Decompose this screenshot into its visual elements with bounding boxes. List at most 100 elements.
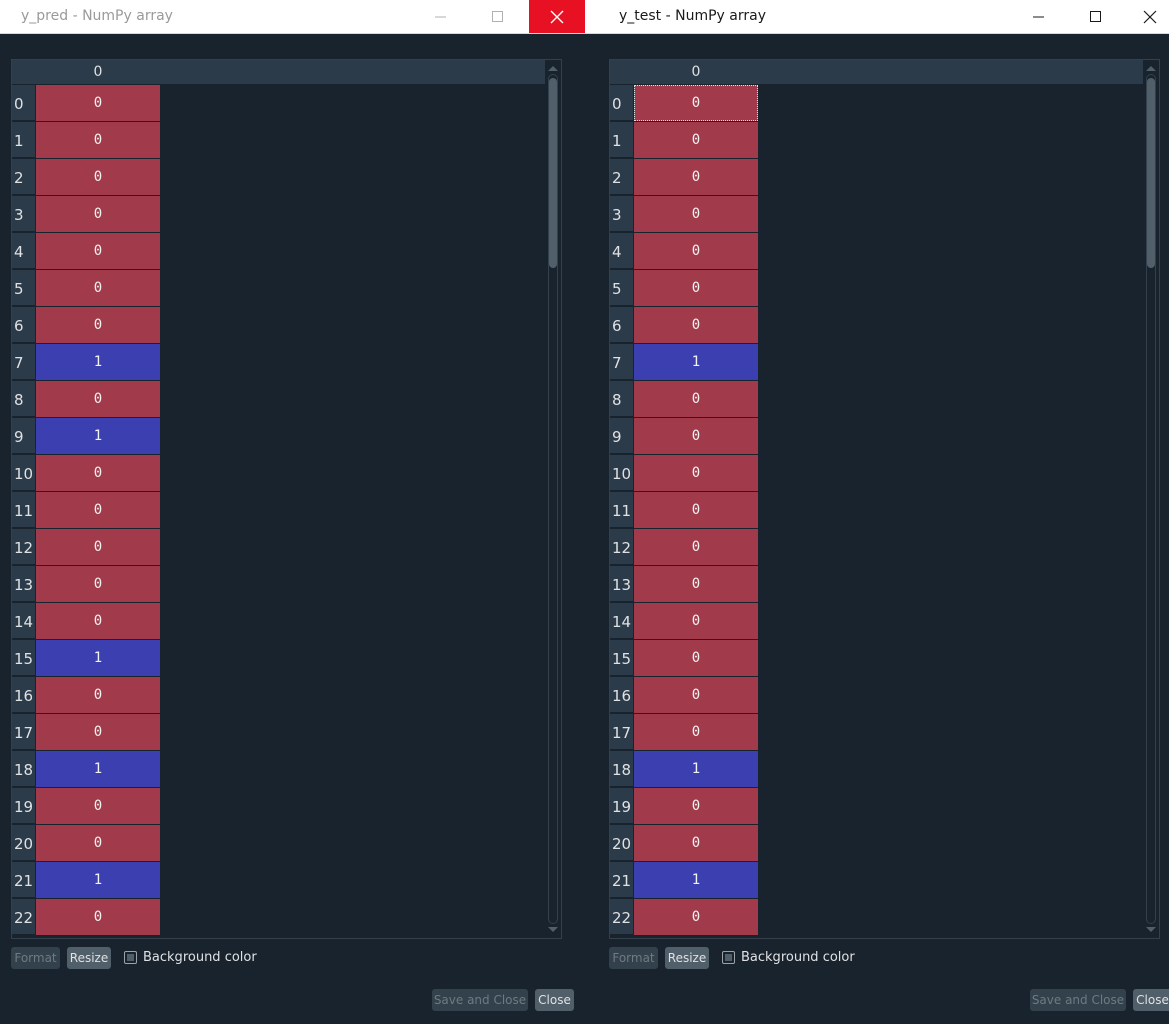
row-header[interactable]: 11 bbox=[12, 492, 35, 528]
maximize-button[interactable] bbox=[1073, 0, 1118, 33]
row-header[interactable]: 4 bbox=[12, 233, 35, 269]
row-header[interactable]: 0 bbox=[12, 85, 35, 121]
array-cell[interactable]: 0 bbox=[634, 159, 758, 195]
array-grid[interactable]: 0 0 0 1 0 2 0 3 0 4 0 5 0 6 0 7 1 8 0 9 1 10 0 11 0 12 0 13 0 14 0 15 1… bbox=[11, 59, 562, 939]
row-header[interactable]: 4 bbox=[610, 233, 633, 269]
array-cell[interactable]: 0 bbox=[634, 196, 758, 232]
row-header[interactable]: 9 bbox=[12, 418, 35, 454]
array-cell[interactable]: 0 bbox=[634, 529, 758, 565]
array-cell[interactable]: 1 bbox=[634, 344, 758, 380]
scroll-down-icon[interactable] bbox=[548, 927, 558, 932]
save-and-close-button[interactable]: Save and Close bbox=[1030, 989, 1126, 1011]
minimize-button[interactable] bbox=[1016, 0, 1061, 33]
row-header[interactable]: 18 bbox=[12, 751, 35, 787]
row-header[interactable]: 16 bbox=[12, 677, 35, 713]
background-color-checkbox[interactable] bbox=[124, 951, 137, 964]
row-header[interactable]: 1 bbox=[610, 122, 633, 158]
close-button[interactable]: Close bbox=[535, 989, 574, 1011]
array-cell[interactable]: 0 bbox=[634, 381, 758, 417]
row-header[interactable]: 18 bbox=[610, 751, 633, 787]
array-cell[interactable]: 0 bbox=[634, 825, 758, 861]
row-header[interactable]: 17 bbox=[610, 714, 633, 750]
array-cell[interactable]: 1 bbox=[36, 640, 160, 676]
row-header[interactable]: 16 bbox=[610, 677, 633, 713]
resize-button[interactable]: Resize bbox=[665, 947, 709, 969]
row-header[interactable]: 8 bbox=[12, 381, 35, 417]
row-header[interactable]: 3 bbox=[12, 196, 35, 232]
array-cell[interactable]: 1 bbox=[36, 862, 160, 898]
array-cell[interactable]: 0 bbox=[36, 899, 160, 935]
row-header[interactable]: 15 bbox=[610, 640, 633, 676]
row-header[interactable]: 20 bbox=[12, 825, 35, 861]
scroll-thumb[interactable] bbox=[549, 78, 557, 268]
row-header[interactable]: 15 bbox=[12, 640, 35, 676]
array-cell[interactable]: 0 bbox=[36, 566, 160, 602]
format-button[interactable]: Format bbox=[11, 947, 60, 969]
array-cell[interactable]: 0 bbox=[36, 307, 160, 343]
array-cell[interactable]: 1 bbox=[36, 751, 160, 787]
array-cell[interactable]: 0 bbox=[634, 714, 758, 750]
row-header[interactable]: 2 bbox=[12, 159, 35, 195]
array-cell[interactable]: 0 bbox=[36, 122, 160, 158]
row-header[interactable]: 2 bbox=[610, 159, 633, 195]
row-header[interactable]: 17 bbox=[12, 714, 35, 750]
array-cell[interactable]: 0 bbox=[634, 307, 758, 343]
row-header[interactable]: 11 bbox=[610, 492, 633, 528]
column-header[interactable]: 0 bbox=[634, 60, 1143, 84]
minimize-button[interactable] bbox=[418, 0, 463, 33]
array-cell[interactable]: 0 bbox=[634, 85, 758, 121]
array-cell[interactable]: 0 bbox=[36, 270, 160, 306]
column-header[interactable]: 0 bbox=[36, 60, 545, 84]
row-header[interactable]: 0 bbox=[610, 85, 633, 121]
row-header[interactable]: 20 bbox=[610, 825, 633, 861]
row-header[interactable]: 8 bbox=[610, 381, 633, 417]
background-color-checkbox[interactable] bbox=[722, 951, 735, 964]
row-header[interactable]: 12 bbox=[610, 529, 633, 565]
scroll-thumb[interactable] bbox=[1147, 78, 1155, 268]
array-cell[interactable]: 0 bbox=[634, 122, 758, 158]
array-cell[interactable]: 1 bbox=[634, 862, 758, 898]
row-header[interactable]: 7 bbox=[610, 344, 633, 380]
row-header[interactable]: 1 bbox=[12, 122, 35, 158]
array-cell[interactable]: 0 bbox=[36, 714, 160, 750]
array-cell[interactable]: 0 bbox=[36, 492, 160, 528]
array-cell[interactable]: 0 bbox=[36, 381, 160, 417]
row-header[interactable]: 7 bbox=[12, 344, 35, 380]
row-header[interactable]: 3 bbox=[610, 196, 633, 232]
row-header[interactable]: 19 bbox=[610, 788, 633, 824]
array-cell[interactable]: 1 bbox=[36, 418, 160, 454]
array-cell[interactable]: 0 bbox=[36, 233, 160, 269]
array-cell[interactable]: 1 bbox=[36, 344, 160, 380]
scroll-up-icon[interactable] bbox=[548, 66, 558, 71]
row-header[interactable]: 22 bbox=[12, 899, 35, 935]
row-header[interactable]: 5 bbox=[610, 270, 633, 306]
array-cell[interactable]: 0 bbox=[36, 825, 160, 861]
array-cell[interactable]: 0 bbox=[36, 85, 160, 121]
array-cell[interactable]: 0 bbox=[634, 640, 758, 676]
array-cell[interactable]: 0 bbox=[634, 566, 758, 602]
row-header[interactable]: 10 bbox=[12, 455, 35, 491]
array-cell[interactable]: 0 bbox=[634, 270, 758, 306]
array-cell[interactable]: 1 bbox=[634, 751, 758, 787]
row-header[interactable]: 6 bbox=[610, 307, 633, 343]
row-header[interactable]: 12 bbox=[12, 529, 35, 565]
array-cell[interactable]: 0 bbox=[634, 677, 758, 713]
array-cell[interactable]: 0 bbox=[36, 196, 160, 232]
array-grid[interactable]: 0 0 0 1 0 2 0 3 0 4 0 5 0 6 0 7 1 8 0 9 0 10 0 11 0 12 0 13 0 14 0 15 0… bbox=[609, 59, 1160, 939]
close-window-button[interactable] bbox=[1131, 0, 1169, 33]
array-cell[interactable]: 0 bbox=[36, 603, 160, 639]
array-cell[interactable]: 0 bbox=[36, 159, 160, 195]
row-header[interactable]: 5 bbox=[12, 270, 35, 306]
row-header[interactable]: 21 bbox=[12, 862, 35, 898]
maximize-button[interactable] bbox=[475, 0, 520, 33]
close-window-button[interactable] bbox=[529, 0, 585, 33]
array-cell[interactable]: 0 bbox=[634, 788, 758, 824]
vertical-scrollbar[interactable] bbox=[1143, 60, 1159, 938]
vertical-scrollbar[interactable] bbox=[545, 60, 561, 938]
row-header[interactable]: 22 bbox=[610, 899, 633, 935]
close-button[interactable]: Close bbox=[1133, 989, 1169, 1011]
save-and-close-button[interactable]: Save and Close bbox=[432, 989, 528, 1011]
array-cell[interactable]: 0 bbox=[36, 455, 160, 491]
row-header[interactable]: 21 bbox=[610, 862, 633, 898]
row-header[interactable]: 14 bbox=[12, 603, 35, 639]
